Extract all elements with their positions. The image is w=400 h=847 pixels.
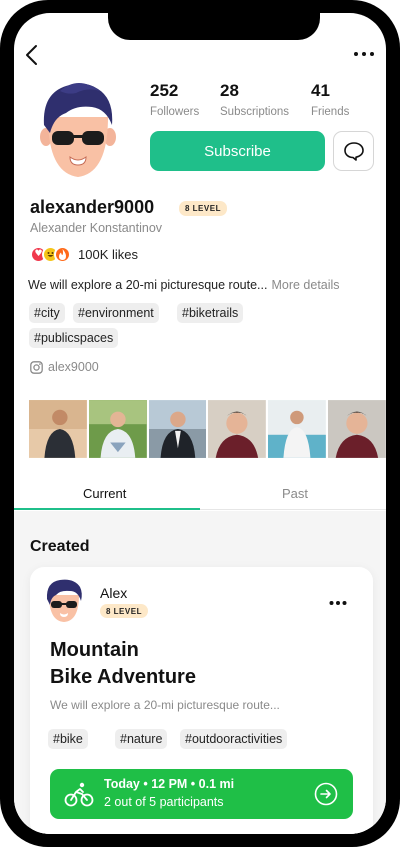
event-title-line: Mountain xyxy=(50,639,139,661)
tab-past[interactable]: Past xyxy=(282,486,308,501)
tag-city[interactable]: #city xyxy=(29,303,65,323)
tag-outdooractivities[interactable]: #outdooractivities xyxy=(180,729,288,749)
author-avatar xyxy=(46,579,82,622)
event-title-line: Bike Adventure xyxy=(50,666,196,688)
instagram-handle: alex9000 xyxy=(48,360,99,374)
event-title: Mountain Bike Adventure xyxy=(50,637,196,691)
photo-thumbnail[interactable] xyxy=(148,399,207,459)
stat-value: 28 xyxy=(220,81,239,100)
tag-bike[interactable]: #bike xyxy=(48,729,88,749)
photo-thumbnail[interactable] xyxy=(268,399,327,459)
stat-friends[interactable]: 41 Friends xyxy=(311,81,349,118)
more-horizontal-icon[interactable] xyxy=(329,600,347,606)
event-participants: 2 out of 5 participants xyxy=(104,795,224,809)
photo-thumbnail[interactable] xyxy=(208,399,267,459)
chevron-left-icon[interactable] xyxy=(22,43,42,67)
sign-in-icon[interactable] xyxy=(314,782,338,806)
full-name: Alexander Konstantinov xyxy=(30,221,163,235)
bio-text: We will explore a 20-mi picturesque rout… xyxy=(28,278,268,292)
author-level-badge: 8 LEVEL xyxy=(100,604,148,618)
phone-frame: 252 Followers 28 Subscriptions 41 Friend… xyxy=(0,0,400,847)
photo-thumbnail[interactable] xyxy=(328,399,386,459)
bicycle-icon xyxy=(64,782,94,807)
event-schedule: Today • 12 PM • 0.1 mi xyxy=(104,777,235,791)
instagram-icon xyxy=(30,360,43,374)
level-badge: 8 LEVEL xyxy=(179,201,227,216)
bio: We will explore a 20-mi picturesque rout… xyxy=(28,278,374,292)
fire-icon xyxy=(54,245,71,263)
username: alexander9000 xyxy=(30,197,155,217)
avatar xyxy=(40,83,116,177)
tag-publicspaces[interactable]: #publicspaces xyxy=(29,328,119,348)
photo-gallery xyxy=(29,399,386,459)
message-button[interactable] xyxy=(333,131,374,171)
author-name: Alex xyxy=(100,585,128,601)
notch xyxy=(108,13,320,40)
more-horizontal-icon[interactable] xyxy=(353,49,375,59)
stat-label: Followers xyxy=(150,106,200,118)
tab-current[interactable]: Current xyxy=(83,486,126,501)
section-title: Created xyxy=(30,538,90,555)
stat-value: 41 xyxy=(311,81,330,100)
tag-environment[interactable]: #environment xyxy=(73,303,159,323)
instagram-link[interactable]: alex9000 xyxy=(30,360,99,374)
stat-subscriptions[interactable]: 28 Subscriptions xyxy=(220,81,289,118)
more-details-link[interactable]: More details xyxy=(271,278,339,292)
event-join-bar[interactable]: Today • 12 PM • 0.1 mi 2 out of 5 partic… xyxy=(50,769,353,819)
screen: 252 Followers 28 Subscriptions 41 Friend… xyxy=(14,13,386,834)
stat-label: Subscriptions xyxy=(220,106,290,118)
chat-bubble-icon xyxy=(343,142,364,161)
likes-count: 100K likes xyxy=(78,246,138,262)
profile-stats: 252 Followers 28 Subscriptions 41 Friend… xyxy=(150,81,380,131)
stat-label: Friends xyxy=(311,106,350,118)
photo-thumbnail[interactable] xyxy=(29,399,87,459)
active-tab-indicator xyxy=(14,508,200,510)
tag-biketrails[interactable]: #biketrails xyxy=(177,303,244,323)
tag-nature[interactable]: #nature xyxy=(115,729,168,749)
photo-thumbnail[interactable] xyxy=(88,399,147,459)
stat-followers[interactable]: 252 Followers xyxy=(150,81,199,118)
event-description: We will explore a 20-mi picturesque rout… xyxy=(50,698,280,712)
likes-row[interactable]: ♥ 100K likes xyxy=(30,244,138,264)
tab-bar: Current Past xyxy=(14,482,386,510)
event-card[interactable]: Alex 8 LEVEL Mountain Bike Adventure We … xyxy=(30,567,373,834)
stat-value: 252 xyxy=(150,81,179,100)
subscribe-button[interactable]: Subscribe xyxy=(150,131,325,171)
